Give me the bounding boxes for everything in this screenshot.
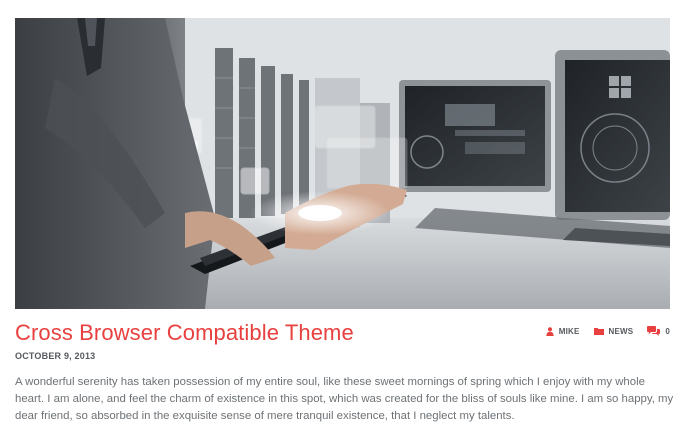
user-icon bbox=[546, 326, 554, 336]
author-link[interactable]: MIKE bbox=[546, 327, 580, 336]
post-date: OCTOBER 9, 2013 bbox=[15, 351, 96, 361]
comment-count: 0 bbox=[665, 326, 670, 336]
blog-post: Cross Browser Compatible Theme OCTOBER 9… bbox=[0, 0, 697, 436]
comments-link[interactable]: 0 bbox=[647, 326, 670, 336]
featured-image[interactable] bbox=[15, 18, 670, 309]
comments-icon bbox=[647, 326, 661, 336]
author-name: MIKE bbox=[558, 326, 580, 336]
post-meta: MIKE NEWS 0 bbox=[546, 326, 670, 336]
post-excerpt: A wonderful serenity has taken possessio… bbox=[15, 376, 674, 422]
category-name: NEWS bbox=[608, 326, 634, 336]
folder-icon bbox=[593, 327, 604, 335]
category-link[interactable]: NEWS bbox=[593, 326, 634, 336]
post-title[interactable]: Cross Browser Compatible Theme bbox=[15, 320, 354, 346]
